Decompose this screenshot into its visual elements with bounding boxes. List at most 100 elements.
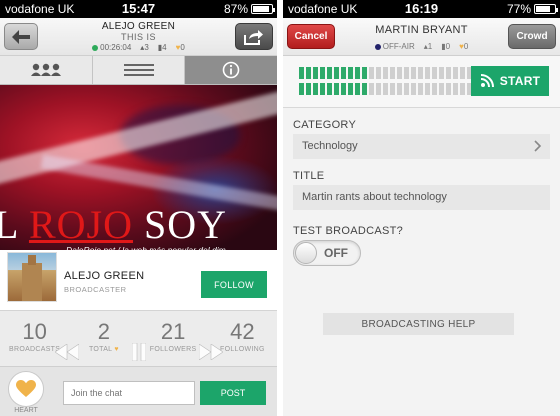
meter-bar [418, 67, 423, 79]
audio-meter-right [299, 83, 493, 95]
air-state: OFF-AIR [374, 42, 415, 51]
tab-info[interactable] [185, 56, 277, 84]
status-right: 77% [506, 2, 558, 16]
battery-percent: 77% [506, 2, 531, 16]
view-tabs [0, 56, 277, 85]
battery-percent: 87% [223, 2, 248, 16]
meter-bar [439, 83, 444, 95]
broadcast-icon [480, 74, 494, 88]
category-select[interactable]: Technology [293, 134, 550, 159]
comment-count: ▮0 [441, 42, 451, 51]
status-bar: vodafone UK 16:19 77% [283, 0, 560, 18]
meter-bar [341, 67, 346, 79]
broadcast-subtitle: THIS IS [120, 32, 156, 42]
live-dot-icon [92, 44, 99, 51]
listener-count: ▴1 [423, 42, 433, 51]
meter-bar [453, 67, 458, 79]
broadcaster-row: ALEJO GREEN BROADCASTER FOLLOW [0, 250, 277, 310]
meter-bar [460, 67, 465, 79]
follow-button[interactable]: FOLLOW [201, 271, 267, 298]
meter-bar [299, 83, 304, 95]
meter-bar [355, 67, 360, 79]
header-stats: OFF-AIR ▴1 ▮0 ♥0 [339, 42, 504, 51]
tab-list[interactable] [93, 56, 186, 84]
meter-bar [411, 83, 416, 95]
meter-bar [432, 83, 437, 95]
meter-bar [362, 67, 367, 79]
tab-people[interactable] [0, 56, 93, 84]
pause-icon [131, 343, 146, 361]
header-stats: 00:26:04 ▴3 ▮4 ♥0 [60, 43, 217, 52]
meter-bar [320, 67, 325, 79]
share-icon [244, 29, 263, 45]
left-phone-screen: vodafone UK 15:47 87% ALEJO GREEN THIS I… [0, 0, 277, 416]
back-button[interactable] [4, 23, 38, 50]
status-right: 87% [223, 2, 275, 16]
meter-bar [334, 67, 339, 79]
chevron-right-icon [534, 140, 542, 152]
listener-count: ▴3 [140, 43, 149, 52]
meter-bar [306, 67, 311, 79]
rewind-icon [54, 344, 79, 360]
heart-icon [16, 380, 36, 397]
post-button[interactable]: POST [200, 381, 266, 405]
meter-bar [320, 83, 325, 95]
info-icon [222, 61, 240, 79]
fast-forward-icon [198, 344, 223, 360]
meter-bar [355, 83, 360, 95]
people-icon [30, 63, 61, 76]
meter-bar [327, 67, 332, 79]
comment-count: ▮4 [157, 43, 167, 52]
meter-bar [348, 67, 353, 79]
right-phone-screen: vodafone UK 16:19 77% Cancel MARTIN BRYA… [283, 0, 560, 416]
broadcaster-title: MARTIN BRYANT [375, 24, 468, 36]
meter-bar [376, 67, 381, 79]
like-count: ♥0 [459, 42, 469, 51]
like-count: ♥0 [175, 43, 185, 52]
rewind-button[interactable] [54, 342, 79, 362]
audio-meter-left [299, 67, 493, 79]
video-overlay-title: L ROJO SOY [0, 202, 228, 247]
battery-icon [251, 4, 275, 14]
cancel-button[interactable]: Cancel [287, 24, 335, 49]
meter-bar [376, 83, 381, 95]
broadcaster-role: BROADCASTER [64, 285, 127, 294]
meter-bar [432, 67, 437, 79]
share-button[interactable] [235, 23, 273, 50]
meter-bar [446, 67, 451, 79]
meter-bar [390, 83, 395, 95]
back-arrow-icon [12, 29, 30, 44]
battery-icon [534, 4, 558, 14]
meter-bar [327, 83, 332, 95]
meter-bar [334, 83, 339, 95]
toggle-knob [295, 242, 317, 264]
meter-bar [418, 83, 423, 95]
category-heading: CATEGORY [293, 119, 357, 131]
meter-bar [369, 83, 374, 95]
test-broadcast-toggle[interactable]: OFF [293, 240, 361, 266]
broadcaster-title: ALEJO GREEN [101, 21, 176, 32]
broadcasting-help-button[interactable]: BROADCASTING HELP [323, 313, 514, 335]
status-bar: vodafone UK 15:47 87% [0, 0, 277, 18]
meter-bar [313, 83, 318, 95]
start-label: START [499, 74, 541, 88]
live-duration: 00:26:04 [92, 43, 131, 52]
pause-button[interactable] [127, 342, 151, 362]
heart-small-icon: ♥ [114, 346, 119, 353]
broadcast-header: ALEJO GREEN THIS IS 00:26:04 ▴3 ▮4 ♥0 [0, 18, 277, 56]
start-broadcast-button[interactable]: START [471, 66, 549, 96]
heart-label: HEART [14, 407, 38, 414]
meter-bar [460, 83, 465, 95]
crowd-button[interactable]: Crowd [508, 24, 556, 49]
chat-bar: HEART POST [0, 366, 277, 416]
fast-forward-button[interactable] [198, 342, 223, 362]
meter-bar [348, 83, 353, 95]
title-input[interactable]: Martin rants about technology [293, 185, 550, 210]
broadcast-setup-header: Cancel MARTIN BRYANT OFF-AIR ▴1 ▮0 ♥0 Cr… [283, 18, 560, 56]
audio-level-area: START [283, 56, 560, 108]
heart-button[interactable] [8, 371, 44, 407]
meter-bar [439, 67, 444, 79]
avatar [7, 252, 57, 302]
meter-bar [425, 83, 430, 95]
chat-input[interactable] [63, 381, 195, 405]
